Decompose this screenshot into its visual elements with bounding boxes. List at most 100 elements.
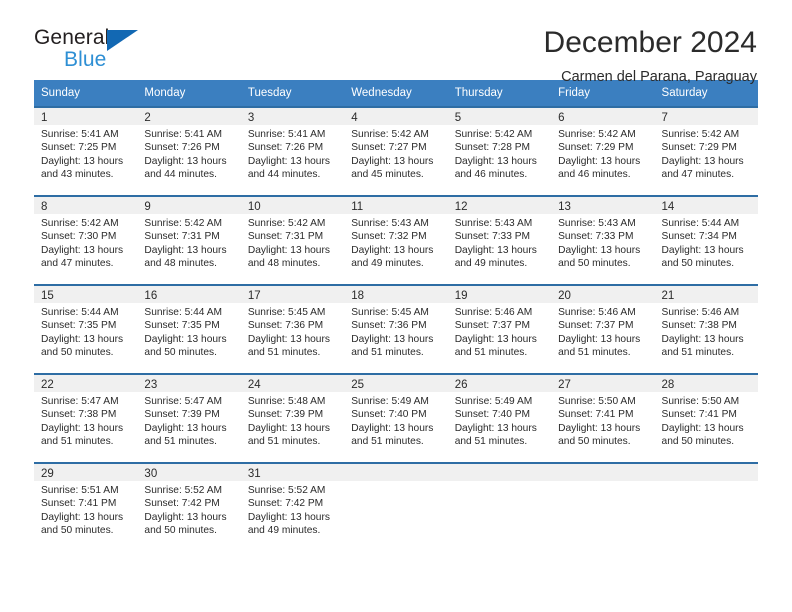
calendar-day-cell[interactable]: 4 Sunrise: 5:42 AM Sunset: 7:27 PM Daylight… <box>344 106 448 187</box>
calendar-day-cell[interactable]: 20 Sunrise: 5:46 AM Sunset: 7:37 PM Dayligh… <box>551 284 655 365</box>
day-number: 24 <box>247 379 261 391</box>
sunset-text: Sunset: 7:40 PM <box>454 409 531 421</box>
calendar-day-cell[interactable]: 7 Sunrise: 5:42 AM Sunset: 7:29 PM Daylight… <box>654 106 758 187</box>
sunset-text: Sunset: 7:38 PM <box>661 320 737 332</box>
calendar-day-cell[interactable]: 8 Sunrise: 5:42 AM Sunset: 7:30 PM Daylight… <box>34 195 138 276</box>
sunset-text: Sunset: 7:37 PM <box>558 320 634 332</box>
daylight-text-line2: and 51 minutes. <box>454 347 528 359</box>
calendar-day-cell[interactable]: 19 Sunrise: 5:46 AM Sunset: 7:37 PM Dayligh… <box>447 284 552 365</box>
daylight-text-line2: and 47 minutes. <box>661 169 735 181</box>
daylight-text-line1: Daylight: 13 hours <box>144 333 227 345</box>
daylight-text-line1: Daylight: 13 hours <box>247 511 330 523</box>
weekday-header-thursday: Thursday <box>454 87 503 99</box>
calendar-day-cell-empty <box>654 462 758 543</box>
sunset-text: Sunset: 7:25 PM <box>41 142 117 154</box>
calendar-day-cell[interactable]: 15 Sunrise: 5:44 AM Sunset: 7:35 PM Dayligh… <box>34 284 138 365</box>
day-number-strip: 27 <box>551 375 655 392</box>
sunrise-text: Sunrise: 5:49 AM <box>454 396 533 407</box>
calendar-day-cell[interactable]: 29 Sunrise: 5:51 AM Sunset: 7:41 PM Dayligh… <box>34 462 138 543</box>
weekday-header-saturday: Saturday <box>661 87 708 99</box>
day-number-strip: 13 <box>551 197 655 214</box>
calendar-week-row: 8 Sunrise: 5:42 AM Sunset: 7:30 PM Daylight… <box>34 195 758 276</box>
daylight-text-line1: Daylight: 13 hours <box>454 155 537 167</box>
day-number: 26 <box>454 379 468 391</box>
daylight-text-line1: Daylight: 13 hours <box>661 155 744 167</box>
daylight-text-line1: Daylight: 13 hours <box>247 244 330 256</box>
day-details: Sunrise: 5:51 AM Sunset: 7:41 PM Daylight:… <box>34 481 137 538</box>
sunrise-text: Sunrise: 5:52 AM <box>144 485 223 496</box>
calendar-day-cell[interactable]: 5 Sunrise: 5:42 AM Sunset: 7:28 PM Daylight… <box>447 106 552 187</box>
calendar-day-cell[interactable]: 23 Sunrise: 5:47 AM Sunset: 7:39 PM Dayligh… <box>137 373 241 454</box>
day-details: Sunrise: 5:42 AM Sunset: 7:31 PM Daylight:… <box>241 214 344 271</box>
day-details: Sunrise: 5:49 AM Sunset: 7:40 PM Daylight:… <box>448 392 551 449</box>
sunset-text: Sunset: 7:35 PM <box>144 320 220 332</box>
sunset-text: Sunset: 7:38 PM <box>41 409 117 421</box>
day-number-strip: 2 <box>137 108 241 125</box>
sunrise-text: Sunrise: 5:41 AM <box>41 129 119 140</box>
calendar-day-cell[interactable]: 1 Sunrise: 5:41 AM Sunset: 7:25 PM Daylight… <box>34 106 138 187</box>
calendar-page: General Blue December 2024 Carmen del Pa… <box>0 0 792 612</box>
daylight-text-line2: and 44 minutes. <box>144 169 217 181</box>
calendar-day-cell[interactable]: 21 Sunrise: 5:46 AM Sunset: 7:38 PM Dayligh… <box>654 284 758 365</box>
sunset-text: Sunset: 7:28 PM <box>454 142 531 154</box>
calendar-day-cell[interactable]: 9 Sunrise: 5:42 AM Sunset: 7:31 PM Daylight… <box>137 195 241 276</box>
sunrise-text: Sunrise: 5:52 AM <box>247 485 326 496</box>
sunrise-text: Sunrise: 5:50 AM <box>661 396 740 407</box>
sunset-text: Sunset: 7:36 PM <box>351 320 427 332</box>
daylight-text-line2: and 49 minutes. <box>247 525 321 537</box>
calendar-day-cell[interactable]: 6 Sunrise: 5:42 AM Sunset: 7:29 PM Daylight… <box>551 106 655 187</box>
calendar-day-cell[interactable]: 18 Sunrise: 5:45 AM Sunset: 7:36 PM Dayligh… <box>344 284 448 365</box>
day-number-strip: 16 <box>137 286 241 303</box>
calendar-day-cell[interactable]: 31 Sunrise: 5:52 AM Sunset: 7:42 PM Dayligh… <box>240 462 345 543</box>
logo-text-general: General <box>34 26 110 49</box>
calendar-day-cell[interactable]: 14 Sunrise: 5:44 AM Sunset: 7:34 PM Dayligh… <box>654 195 758 276</box>
day-number-strip: 31 <box>240 464 345 481</box>
day-number: 21 <box>661 290 675 302</box>
calendar-day-cell[interactable]: 28 Sunrise: 5:50 AM Sunset: 7:41 PM Dayligh… <box>654 373 758 454</box>
day-number: 30 <box>144 468 158 480</box>
daylight-text-line2: and 51 minutes. <box>144 436 217 448</box>
day-number-strip: 3 <box>240 108 345 125</box>
calendar-day-cell[interactable]: 13 Sunrise: 5:43 AM Sunset: 7:33 PM Dayligh… <box>551 195 655 276</box>
calendar-day-cell[interactable]: 30 Sunrise: 5:52 AM Sunset: 7:42 PM Dayligh… <box>137 462 241 543</box>
day-number-strip <box>654 464 758 481</box>
sunrise-text: Sunrise: 5:42 AM <box>661 129 740 140</box>
calendar-day-cell[interactable]: 26 Sunrise: 5:49 AM Sunset: 7:40 PM Dayligh… <box>447 373 552 454</box>
sunset-text: Sunset: 7:29 PM <box>558 142 634 154</box>
sunrise-text: Sunrise: 5:46 AM <box>558 307 636 318</box>
calendar-day-cell[interactable]: 2 Sunrise: 5:41 AM Sunset: 7:26 PM Daylight… <box>137 106 241 187</box>
calendar-day-cell[interactable]: 11 Sunrise: 5:43 AM Sunset: 7:32 PM Dayligh… <box>344 195 448 276</box>
sunset-text: Sunset: 7:26 PM <box>247 142 324 154</box>
daylight-text-line1: Daylight: 13 hours <box>247 333 330 345</box>
day-number-strip: 5 <box>447 108 552 125</box>
calendar-day-cell-empty <box>447 462 552 543</box>
sunset-text: Sunset: 7:30 PM <box>41 231 117 243</box>
calendar-day-cell[interactable]: 17 Sunrise: 5:45 AM Sunset: 7:36 PM Dayligh… <box>240 284 345 365</box>
day-number-strip: 23 <box>137 375 241 392</box>
day-details: Sunrise: 5:43 AM Sunset: 7:33 PM Daylight:… <box>448 214 551 271</box>
day-number: 23 <box>144 379 158 391</box>
calendar-day-cell[interactable]: 25 Sunrise: 5:49 AM Sunset: 7:40 PM Dayligh… <box>344 373 448 454</box>
day-details: Sunrise: 5:50 AM Sunset: 7:41 PM Daylight:… <box>551 392 654 449</box>
sunrise-text: Sunrise: 5:44 AM <box>41 307 119 318</box>
day-number-strip <box>344 464 448 481</box>
calendar-day-cell[interactable]: 22 Sunrise: 5:47 AM Sunset: 7:38 PM Dayligh… <box>34 373 138 454</box>
day-number: 5 <box>454 112 462 124</box>
calendar-day-cell[interactable]: 24 Sunrise: 5:48 AM Sunset: 7:39 PM Dayligh… <box>240 373 345 454</box>
calendar-week-row: 22 Sunrise: 5:47 AM Sunset: 7:38 PM Dayligh… <box>34 373 758 454</box>
calendar-day-cell[interactable]: 10 Sunrise: 5:42 AM Sunset: 7:31 PM Dayligh… <box>240 195 345 276</box>
day-details: Sunrise: 5:47 AM Sunset: 7:38 PM Daylight:… <box>34 392 137 449</box>
general-blue-logo[interactable]: General Blue <box>34 26 146 74</box>
sunrise-text: Sunrise: 5:42 AM <box>247 218 326 229</box>
calendar-day-cell[interactable]: 27 Sunrise: 5:50 AM Sunset: 7:41 PM Dayligh… <box>551 373 655 454</box>
calendar-day-cell[interactable]: 3 Sunrise: 5:41 AM Sunset: 7:26 PM Daylight… <box>240 106 345 187</box>
day-details: Sunrise: 5:46 AM Sunset: 7:38 PM Daylight:… <box>655 303 758 360</box>
calendar-day-cell[interactable]: 12 Sunrise: 5:43 AM Sunset: 7:33 PM Dayligh… <box>447 195 552 276</box>
calendar-day-cell[interactable]: 16 Sunrise: 5:44 AM Sunset: 7:35 PM Dayligh… <box>137 284 241 365</box>
sunrise-text: Sunrise: 5:45 AM <box>351 307 429 318</box>
day-number: 15 <box>41 290 54 302</box>
day-number-strip: 11 <box>344 197 448 214</box>
daylight-text-line2: and 46 minutes. <box>454 169 528 181</box>
sunrise-text: Sunrise: 5:42 AM <box>41 218 119 229</box>
day-number-strip: 7 <box>654 108 758 125</box>
